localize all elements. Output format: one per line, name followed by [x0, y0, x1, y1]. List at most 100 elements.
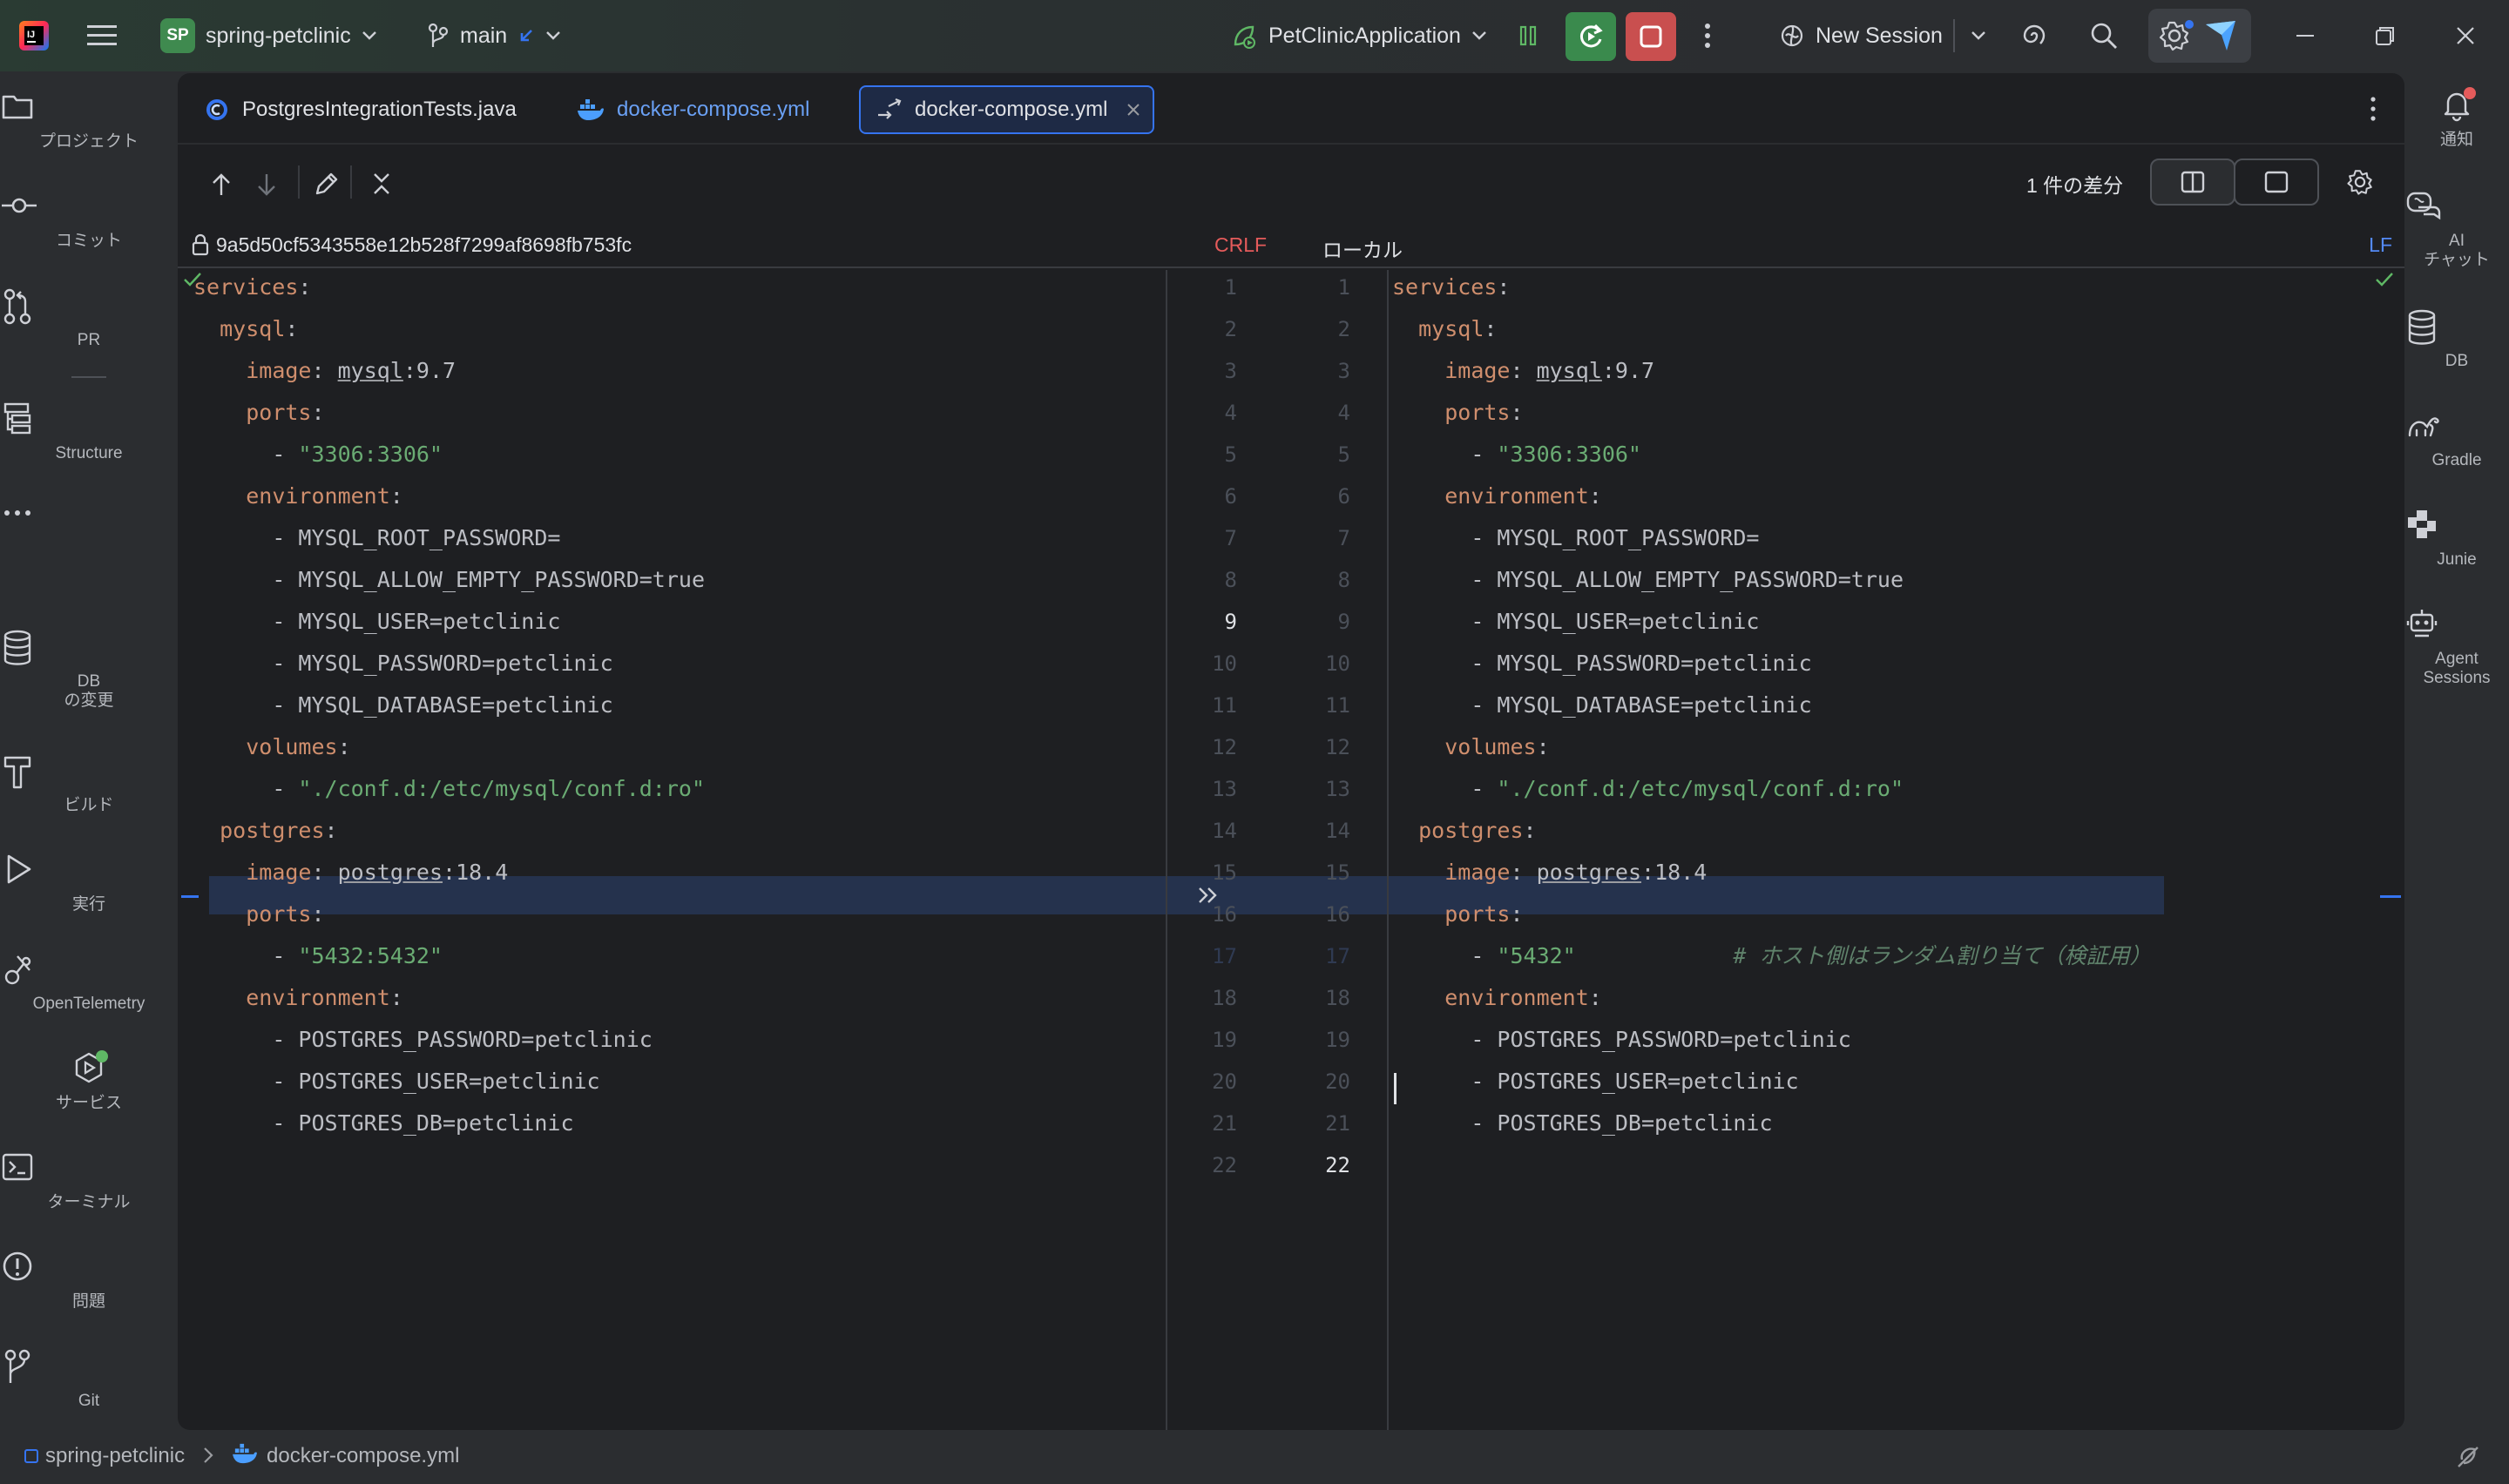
run-configuration-selector[interactable]: PetClinicApplication: [1230, 0, 1487, 71]
line-number: 4: [1224, 401, 1237, 425]
pause-icon[interactable]: [1518, 0, 1539, 71]
tool-problems[interactable]: 問題: [0, 1249, 178, 1312]
update-dot: [2185, 20, 2194, 29]
code-line: - POSTGRES_DB=petclinic: [1471, 1110, 1773, 1136]
code-line: - POSTGRES_USER=petclinic: [1471, 1069, 1799, 1094]
line-number: 8: [1337, 568, 1350, 592]
left-diff-pane[interactable]: services: mysql: image: mysql:9.7 ports:…: [178, 270, 1166, 1430]
tool-database[interactable]: DB: [2404, 308, 2509, 371]
right-diff-pane[interactable]: services: mysql: image: mysql:9.7 ports:…: [1389, 270, 2404, 1430]
branch-selector[interactable]: main: [427, 0, 561, 71]
side-by-side-viewer-button[interactable]: [2150, 159, 2235, 206]
tool-terminal[interactable]: ターミナル: [0, 1150, 178, 1212]
line-number: 9: [1224, 610, 1237, 634]
status-bar: spring-petclinic docker-compose.yml: [0, 1430, 2509, 1484]
rerun-debug-button[interactable]: [1566, 12, 1616, 61]
tab-label: PostgresIntegrationTests.java: [242, 98, 517, 121]
lock-icon: [192, 233, 209, 256]
intellij-logo-icon[interactable]: IJ: [19, 0, 49, 71]
more-tools-icon[interactable]: [0, 500, 178, 543]
tool-junie[interactable]: Junie: [2404, 507, 2509, 570]
diff-count: 1 件の差分: [2026, 174, 2124, 197]
tool-commit[interactable]: コミット: [0, 188, 178, 251]
code-line: ports:: [246, 400, 325, 425]
left-tool-window-bar: プロジェクト コミット PR Structure DB の変更 ビルド 実行 O…: [0, 71, 178, 1430]
code-line: postgres:: [220, 818, 338, 843]
tool-notifications[interactable]: 通知: [2404, 87, 2509, 150]
line-number: 15: [1325, 860, 1350, 885]
ai-spiral-icon[interactable]: [2019, 0, 2049, 71]
minimize-icon[interactable]: [2295, 0, 2316, 71]
right-revision-label: ローカル: [1322, 239, 1403, 261]
opentelemetry-icon: [0, 951, 178, 989]
line-number: 10: [1325, 651, 1350, 676]
tool-pull-requests[interactable]: PR: [0, 287, 178, 350]
tool-opentelemetry[interactable]: OpenTelemetry: [0, 951, 178, 1014]
project-module-icon: [24, 1449, 38, 1463]
tool-services[interactable]: サービス: [0, 1050, 178, 1113]
line-number: 19: [1212, 1028, 1237, 1052]
apply-change-icon[interactable]: [1197, 886, 1220, 905]
chevron-down-icon: [362, 30, 377, 41]
search-icon[interactable]: [2089, 0, 2119, 71]
project-selector[interactable]: SP spring-petclinic: [160, 0, 377, 71]
diff-icon: [876, 98, 903, 122]
right-tool-window-bar: 通知 AI チャット DB Gradle Junie Agent Session…: [2404, 71, 2509, 1430]
diff-code-area: services: mysql: image: mysql:9.7 ports:…: [178, 270, 2404, 1430]
line-number: 13: [1325, 777, 1350, 801]
code-line: environment:: [246, 483, 403, 509]
code-line: volumes:: [246, 734, 351, 759]
tool-structure[interactable]: Structure: [0, 401, 178, 463]
tab-docker-compose-diff[interactable]: docker-compose.yml: [859, 85, 1155, 134]
line-number: 12: [1325, 735, 1350, 759]
tab-postgres-integration-tests[interactable]: PostgresIntegrationTests.java: [188, 85, 532, 134]
new-session-button[interactable]: New Session: [1779, 0, 1943, 71]
tool-git[interactable]: Git: [0, 1348, 178, 1411]
code-line: - POSTGRES_DB=petclinic: [272, 1110, 574, 1136]
chevron-down-icon: [1471, 30, 1487, 41]
line-number: 7: [1337, 526, 1350, 550]
tool-label: 問題: [71, 1292, 105, 1311]
no-errors-check-icon: [183, 272, 202, 287]
settings-button[interactable]: [2148, 9, 2251, 63]
code-line: image: mysql:9.7: [246, 358, 456, 383]
tool-project[interactable]: プロジェクト: [0, 89, 178, 152]
unified-viewer-button[interactable]: [2234, 159, 2319, 206]
line-number: 19: [1325, 1028, 1350, 1052]
previous-difference-icon[interactable]: [211, 172, 232, 197]
tabs-more-icon[interactable]: [2370, 96, 2377, 122]
main-menu-icon[interactable]: [87, 0, 117, 71]
next-difference-icon[interactable]: [256, 172, 277, 197]
tool-db-changes[interactable]: DB の変更: [0, 629, 178, 711]
tool-run[interactable]: 実行: [0, 852, 178, 914]
session-chevron-down-icon[interactable]: [1971, 0, 1986, 71]
ai-status-icon[interactable]: [2455, 1444, 2483, 1470]
collapse-unchanged-icon[interactable]: [371, 171, 392, 197]
tool-gradle[interactable]: Gradle: [2404, 408, 2509, 470]
close-window-icon[interactable]: [2455, 0, 2476, 71]
code-line: image: postgres:18.4: [246, 860, 509, 885]
tab-docker-compose[interactable]: docker-compose.yml: [561, 85, 825, 134]
stop-button[interactable]: [1626, 12, 1676, 61]
docker-icon: [232, 1442, 258, 1465]
restore-icon[interactable]: [2375, 0, 2396, 71]
services-icon: [71, 1050, 108, 1089]
gear-icon: [2157, 18, 2194, 53]
right-line-ending[interactable]: LF: [2369, 233, 2392, 257]
left-line-ending[interactable]: CRLF: [1214, 233, 1267, 257]
edit-source-icon[interactable]: [314, 171, 340, 197]
breadcrumb-file[interactable]: docker-compose.yml: [267, 1444, 459, 1468]
diff-toolbar: 1 件の差分: [178, 146, 2404, 218]
more-actions-icon[interactable]: [1704, 0, 1711, 71]
diff-settings-icon[interactable]: [2345, 167, 2375, 197]
java-class-icon: [204, 97, 230, 123]
branch-name: main: [460, 23, 508, 48]
tool-build[interactable]: ビルド: [0, 752, 178, 815]
close-tab-icon[interactable]: [1126, 103, 1140, 117]
breadcrumb-project[interactable]: spring-petclinic: [45, 1444, 185, 1468]
tool-agent-sessions[interactable]: Agent Sessions: [2404, 606, 2509, 688]
tool-ai-chat[interactable]: AI チャット: [2404, 188, 2509, 270]
change-marker: [181, 895, 199, 898]
stop-icon: [1638, 24, 1664, 50]
svg-text:IJ: IJ: [27, 30, 35, 40]
